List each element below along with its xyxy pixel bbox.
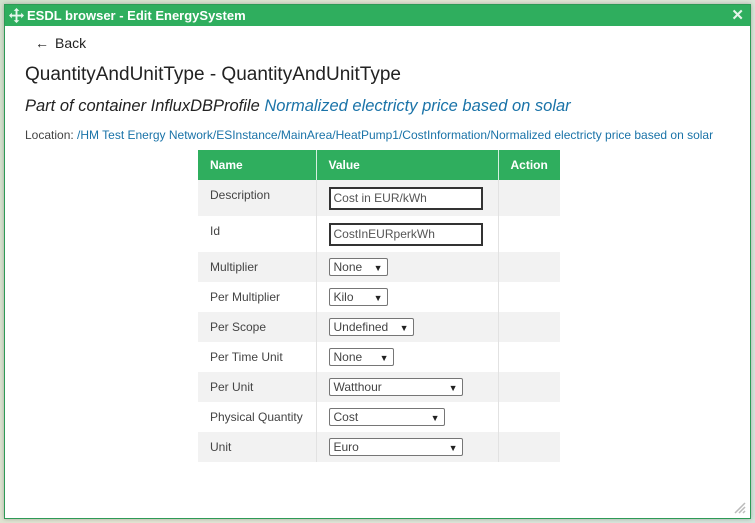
- resize-handle-icon[interactable]: [734, 502, 746, 514]
- attributes-table: Name Value Action Description Cost in EU…: [198, 150, 560, 462]
- row-action: [498, 342, 560, 372]
- arrow-left-icon: ←: [35, 35, 49, 51]
- select-value: Euro: [333, 440, 359, 454]
- multiplier-select[interactable]: None ▼: [328, 258, 388, 276]
- table-row: Description Cost in EUR/kWh: [198, 180, 560, 216]
- per-time-unit-select[interactable]: None ▼: [328, 348, 394, 366]
- chevron-down-icon: ▼: [399, 323, 409, 333]
- container-link[interactable]: Normalized electricty price based on sol…: [264, 97, 570, 115]
- per-multiplier-select[interactable]: Kilo ▼: [328, 288, 388, 306]
- description-input[interactable]: Cost in EUR/kWh: [328, 186, 483, 210]
- header-action: Action: [498, 150, 560, 180]
- row-action: [498, 252, 560, 282]
- row-action: [498, 180, 560, 216]
- per-scope-select[interactable]: Undefined ▼: [328, 318, 414, 336]
- select-value: Undefined: [333, 320, 389, 334]
- per-unit-select[interactable]: Watthour ▼: [328, 378, 463, 396]
- chevron-down-icon: ▼: [373, 293, 383, 303]
- table-row: Unit Euro ▼: [198, 432, 560, 462]
- row-name: Id: [198, 216, 317, 252]
- id-input[interactable]: CostInEURperkWh: [328, 222, 483, 246]
- location-breadcrumb: Location: /HM Test Energy Network/ESInst…: [25, 128, 713, 142]
- select-value: None: [333, 350, 363, 364]
- table-row: Per Time Unit None ▼: [198, 342, 560, 372]
- back-label: Back: [55, 35, 87, 51]
- row-name: Per Multiplier: [198, 282, 317, 312]
- row-action: [498, 372, 560, 402]
- row-action: [498, 402, 560, 432]
- row-action: [498, 282, 560, 312]
- unit-select[interactable]: Euro ▼: [328, 438, 463, 456]
- row-name: Description: [198, 180, 317, 216]
- select-value: Watthour: [333, 380, 382, 394]
- table-row: Per Unit Watthour ▼: [198, 372, 560, 402]
- header-name: Name: [198, 150, 317, 180]
- chevron-down-icon: ▼: [448, 383, 458, 393]
- row-action: [498, 216, 560, 252]
- chevron-down-icon: ▼: [448, 443, 458, 453]
- physical-quantity-select[interactable]: Cost ▼: [328, 408, 445, 426]
- container-prefix: Part of container InfluxDBProfile: [25, 97, 260, 115]
- chevron-down-icon: ▼: [373, 263, 383, 273]
- row-action: [498, 432, 560, 462]
- location-label: Location:: [25, 128, 74, 142]
- edit-dialog: ESDL browser - Edit EnergySystem ✕ ← Back…: [4, 4, 751, 519]
- table-row: Physical Quantity Cost ▼: [198, 402, 560, 432]
- select-value: None: [333, 260, 363, 274]
- row-name: Unit: [198, 432, 317, 462]
- header-value: Value: [316, 150, 499, 180]
- window-title: ESDL browser - Edit EnergySystem: [27, 8, 246, 23]
- row-name: Physical Quantity: [198, 402, 317, 432]
- select-value: Kilo: [333, 290, 354, 304]
- chevron-down-icon: ▼: [430, 413, 440, 423]
- row-name: Per Time Unit: [198, 342, 317, 372]
- row-action: [498, 312, 560, 342]
- table-row: Per Scope Undefined ▼: [198, 312, 560, 342]
- chevron-down-icon: ▼: [379, 353, 389, 363]
- row-name: Multiplier: [198, 252, 317, 282]
- page-title: QuantityAndUnitType - QuantityAndUnitTyp…: [25, 64, 401, 85]
- row-name: Per Scope: [198, 312, 317, 342]
- select-value: Cost: [333, 410, 359, 424]
- table-row: Multiplier None ▼: [198, 252, 560, 282]
- container-heading: Part of container InfluxDBProfile Normal…: [25, 97, 571, 116]
- table-row: Per Multiplier Kilo ▼: [198, 282, 560, 312]
- table-row: Id CostInEURperkWh: [198, 216, 560, 252]
- title-bar[interactable]: ESDL browser - Edit EnergySystem ✕: [5, 5, 750, 26]
- close-icon[interactable]: ✕: [731, 5, 744, 26]
- row-name: Per Unit: [198, 372, 317, 402]
- move-icon[interactable]: [9, 8, 24, 23]
- location-path-link[interactable]: /HM Test Energy Network/ESInstance/MainA…: [77, 128, 713, 142]
- back-button[interactable]: ← Back: [35, 35, 86, 51]
